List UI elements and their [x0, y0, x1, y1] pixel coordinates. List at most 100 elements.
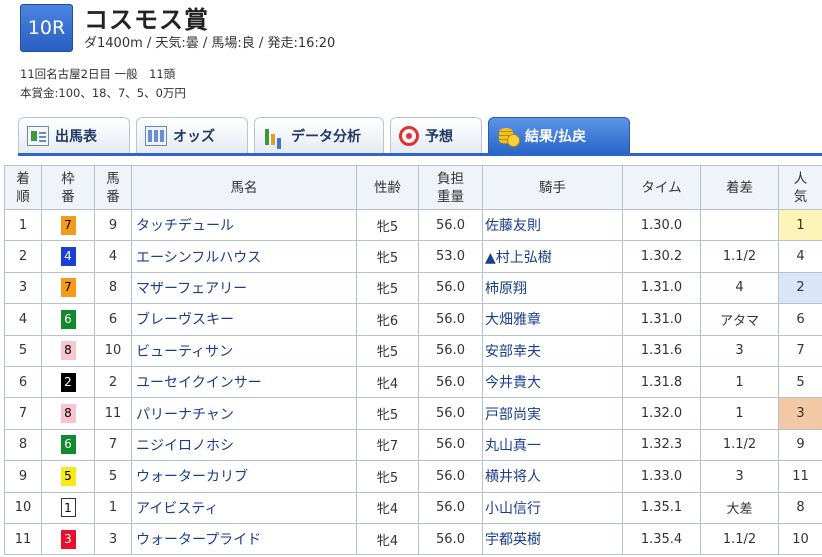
frame-number-badge: 4 — [60, 247, 76, 267]
table-row: 9 5 5 ウォーターカリブ 牝5 56.0 横井将人 1.33.0 3 11 — [4, 460, 822, 493]
popularity-cell: 3 — [778, 397, 822, 430]
frame-cell: 8 — [41, 334, 95, 367]
frame-cell: 4 — [41, 240, 95, 273]
popularity-cell: 10 — [778, 522, 822, 556]
tab-race-card[interactable]: 出馬表 — [18, 117, 130, 153]
header-sex-age: 性齢 — [356, 165, 419, 210]
results-table: 着順 枠番 馬番 馬名 性齢 負担 重量 騎手 タイム 着差 人気 1 7 9 タッチデ… — [4, 165, 822, 556]
horse-number-cell: 7 — [94, 428, 132, 462]
frame-cell: 7 — [41, 208, 95, 242]
tab-odds[interactable]: オッズ — [136, 117, 248, 153]
time-cell: 1.31.8 — [622, 365, 701, 399]
jockey-link[interactable]: 柿原翔 — [482, 271, 623, 305]
race-card-icon — [27, 125, 49, 146]
table-row: 4 6 6 ブレーヴスキー 牝6 56.0 大畑雅章 1.31.0 アタマ 6 — [4, 303, 822, 336]
horse-name-link[interactable]: ビューティサン — [131, 334, 357, 367]
horse-name-link[interactable]: アイビスティ — [131, 491, 357, 524]
rank-cell: 1 — [4, 208, 42, 242]
jockey-link[interactable]: 安部幸夫 — [482, 334, 623, 367]
rank-cell: 4 — [4, 303, 42, 336]
tab-prediction[interactable]: 予想 — [390, 117, 482, 153]
margin-cell: 4 — [700, 271, 779, 305]
popularity-cell: 2 — [778, 271, 822, 305]
rank-cell: 9 — [4, 460, 42, 493]
time-cell: 1.32.0 — [622, 397, 701, 430]
race-conditions: ダ1400m / 天気:曇 / 馬場:良 / 発走:16:20 — [84, 36, 336, 51]
tab-label: 予想 — [425, 128, 453, 145]
horse-name-link[interactable]: マザーフェアリー — [131, 271, 357, 305]
sex-age-cell: 牝5 — [356, 334, 419, 367]
horse-number-cell: 9 — [94, 208, 132, 242]
horse-name-link[interactable]: エーシンフルハウス — [131, 240, 357, 273]
weight-cell: 56.0 — [418, 491, 483, 524]
target-icon — [399, 125, 419, 146]
time-cell: 1.31.0 — [622, 303, 701, 336]
horse-number-cell: 1 — [94, 491, 132, 524]
rank-cell: 5 — [4, 334, 42, 367]
horse-name-link[interactable]: ブレーヴスキー — [131, 303, 357, 336]
header-time: タイム — [622, 165, 701, 210]
header-horse-name: 馬名 — [131, 165, 357, 210]
frame-number-badge: 6 — [60, 435, 76, 455]
horse-name-link[interactable]: ユーセイクインサー — [131, 365, 357, 399]
weight-cell: 56.0 — [418, 397, 483, 430]
weight-cell: 56.0 — [418, 271, 483, 305]
margin-cell: 1 — [700, 397, 779, 430]
jockey-link[interactable]: 大畑雅章 — [482, 303, 623, 336]
table-row: 7 8 11 パリーナチャン 牝5 56.0 戸部尚実 1.32.0 1 3 — [4, 397, 822, 430]
popularity-cell: 1 — [778, 208, 822, 242]
table-row: 1 7 9 タッチデュール 牝5 56.0 佐藤友則 1.30.0 1 — [4, 208, 822, 242]
sex-age-cell: 牝4 — [356, 491, 419, 524]
odds-icon — [145, 125, 167, 146]
sex-age-cell: 牝5 — [356, 271, 419, 305]
jockey-link[interactable]: 宇都英樹 — [482, 522, 623, 556]
table-row: 3 7 8 マザーフェアリー 牝5 56.0 柿原翔 1.31.0 4 2 — [4, 271, 822, 305]
horse-number-cell: 3 — [94, 522, 132, 556]
frame-cell: 1 — [41, 491, 95, 524]
frame-cell: 3 — [41, 522, 95, 556]
header-rank: 着順 — [4, 165, 42, 210]
table-row: 5 8 10 ビューティサン 牝5 56.0 安部幸夫 1.31.6 3 7 — [4, 334, 822, 367]
rank-cell: 2 — [4, 240, 42, 273]
popularity-cell: 8 — [778, 491, 822, 524]
time-cell: 1.30.2 — [622, 240, 701, 273]
header-weight: 負担 重量 — [418, 165, 483, 210]
time-cell: 1.35.4 — [622, 522, 701, 556]
frame-number-badge: 7 — [60, 278, 76, 298]
race-tabs: 出馬表 オッズ データ分析 予想 結果/払戻 — [18, 117, 630, 153]
header-jockey: 騎手 — [482, 165, 623, 210]
table-row: 8 6 7 ニジイロノホシ 牝7 56.0 丸山真一 1.32.3 1.1/2 9 — [4, 428, 822, 462]
jockey-link[interactable]: 小山信行 — [482, 491, 623, 524]
horse-number-cell: 5 — [94, 460, 132, 493]
header-horse-number: 馬番 — [94, 165, 132, 210]
time-cell: 1.32.3 — [622, 428, 701, 462]
table-header-row: 着順 枠番 馬番 馬名 性齢 負担 重量 騎手 タイム 着差 人気 — [4, 165, 822, 210]
jockey-link[interactable]: 丸山真一 — [482, 428, 623, 462]
horse-name-link[interactable]: ウォーターカリブ — [131, 460, 357, 493]
jockey-link[interactable]: 今井貴大 — [482, 365, 623, 399]
rank-cell: 6 — [4, 365, 42, 399]
horse-number-cell: 6 — [94, 303, 132, 336]
weight-cell: 56.0 — [418, 303, 483, 336]
frame-number-badge: 1 — [60, 498, 76, 518]
jockey-link[interactable]: 佐藤友則 — [482, 208, 623, 242]
tab-results-payout[interactable]: 結果/払戻 — [488, 117, 630, 153]
margin-cell: 1.1/2 — [700, 240, 779, 273]
table-row: 11 3 3 ウォータープライド 牝4 56.0 宇都英樹 1.35.4 1.1/2 10 — [4, 522, 822, 556]
jockey-link[interactable]: 横井将人 — [482, 460, 623, 493]
tab-data-analysis[interactable]: データ分析 — [254, 117, 384, 153]
table-row: 2 4 4 エーシンフルハウス 牝5 53.0 ▲村上弘樹 1.30.2 1.1/2 4 — [4, 240, 822, 273]
prize-info: 本賞金:100、18、7、5、0万円 — [20, 86, 186, 100]
weight-cell: 56.0 — [418, 522, 483, 556]
horse-name-link[interactable]: タッチデュール — [131, 208, 357, 242]
horse-name-link[interactable]: パリーナチャン — [131, 397, 357, 430]
margin-cell: 1.1/2 — [700, 522, 779, 556]
horse-name-link[interactable]: ニジイロノホシ — [131, 428, 357, 462]
rank-cell: 10 — [4, 491, 42, 524]
jockey-link[interactable]: ▲村上弘樹 — [482, 240, 623, 273]
jockey-link[interactable]: 戸部尚実 — [482, 397, 623, 430]
weight-cell: 56.0 — [418, 365, 483, 399]
margin-cell: 大差 — [700, 491, 779, 524]
horse-name-link[interactable]: ウォータープライド — [131, 522, 357, 556]
sex-age-cell: 牝5 — [356, 208, 419, 242]
